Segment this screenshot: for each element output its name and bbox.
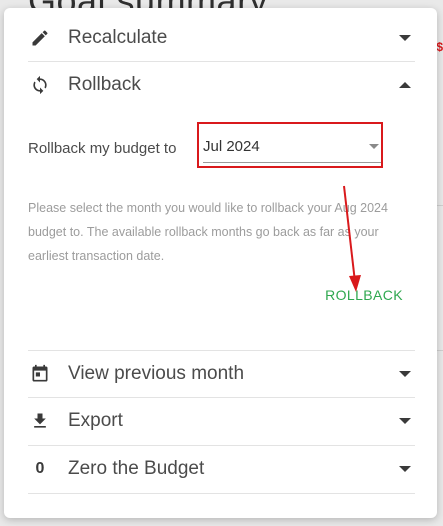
rollback-section: Rollback my budget to Jul 2024 Please se… <box>28 120 415 320</box>
rollback-button[interactable]: ROLLBACK <box>325 287 403 303</box>
divider <box>28 493 415 494</box>
view-previous-month-row[interactable]: View previous month <box>28 351 415 397</box>
calendar-icon <box>28 362 52 386</box>
budget-actions-panel: Recalculate Rollback Rollback my budget … <box>4 8 437 518</box>
zero-budget-row[interactable]: 0 Zero the Budget <box>28 446 415 492</box>
chevron-down-icon <box>395 364 415 384</box>
view-previous-month-label: View previous month <box>68 363 245 384</box>
chevron-down-icon <box>395 411 415 431</box>
rollback-help-text: Please select the month you would like t… <box>28 201 388 263</box>
background-currency-glyph: $ <box>436 40 443 54</box>
sync-icon <box>28 73 52 97</box>
selected-month-value: Jul 2024 <box>203 138 260 155</box>
export-row[interactable]: Export <box>28 398 415 444</box>
rollback-field-label: Rollback my budget to <box>28 140 177 157</box>
export-label: Export <box>68 410 123 431</box>
download-icon <box>28 409 52 433</box>
dropdown-arrow-icon <box>369 144 379 149</box>
chevron-up-icon <box>395 75 415 95</box>
recalculate-row[interactable]: Recalculate <box>28 15 415 61</box>
rollback-row[interactable]: Rollback <box>28 62 415 108</box>
pencil-icon <box>28 26 52 50</box>
zero-icon: 0 <box>35 460 45 477</box>
chevron-down-icon <box>395 28 415 48</box>
chevron-down-icon <box>395 459 415 479</box>
recalculate-label: Recalculate <box>68 27 168 48</box>
rollback-label: Rollback <box>68 74 141 95</box>
zero-budget-label: Zero the Budget <box>68 458 205 479</box>
rollback-month-select[interactable]: Jul 2024 <box>203 132 383 163</box>
